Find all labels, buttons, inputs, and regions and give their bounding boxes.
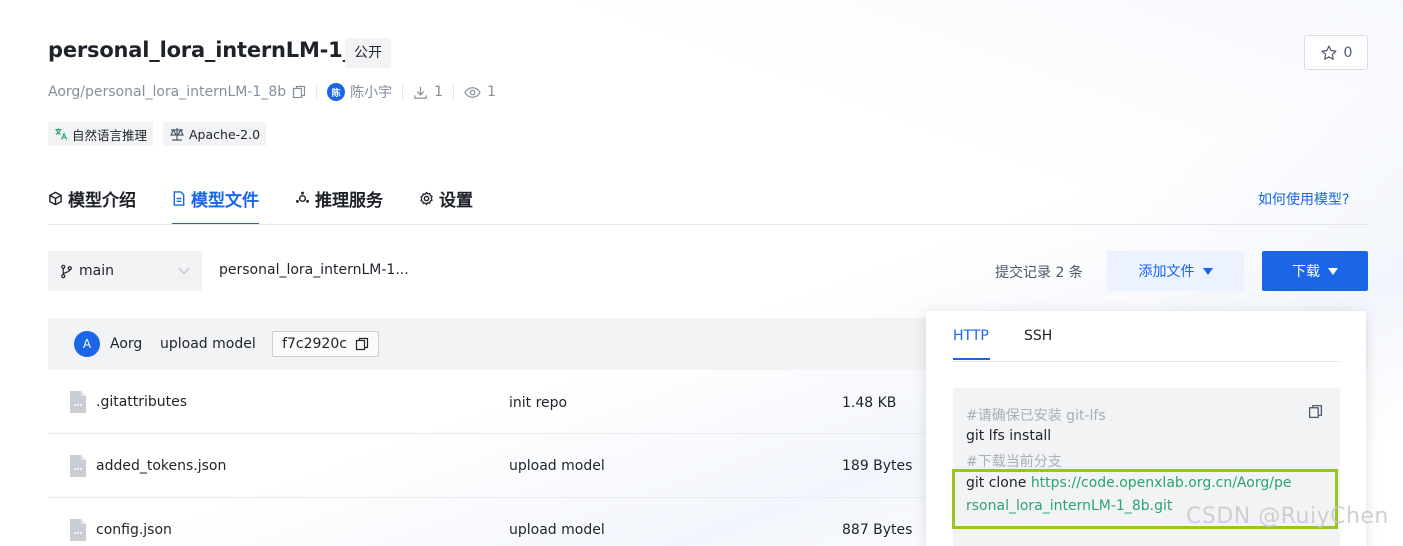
- code-command: git lfs install: [966, 428, 1052, 444]
- star-button[interactable]: 0: [1304, 35, 1368, 70]
- file-size: 1.48 KB: [842, 395, 897, 411]
- translate-icon: [55, 128, 68, 140]
- file-commit-message: upload model: [509, 522, 605, 538]
- scale-icon: [170, 128, 184, 141]
- star-icon: [1321, 45, 1337, 60]
- star-count: 0: [1343, 44, 1353, 61]
- code-comment: #请确保已安装 git-lfs: [966, 408, 1106, 424]
- add-file-button[interactable]: 添加文件: [1107, 251, 1244, 291]
- file-icon: [70, 519, 86, 541]
- tag-task[interactable]: 自然语言推理: [48, 122, 154, 146]
- breadcrumb[interactable]: personal_lora_internLM-1...: [219, 262, 409, 278]
- visibility-badge: 公开: [345, 38, 391, 68]
- branch-name: main: [79, 263, 114, 279]
- file-size: 189 Bytes: [842, 458, 913, 474]
- file-size: 887 Bytes: [842, 522, 913, 538]
- tab-files[interactable]: 模型文件: [172, 184, 259, 225]
- tag-label: Apache-2.0: [189, 126, 261, 142]
- tab-ssh[interactable]: SSH: [1024, 328, 1052, 344]
- commit-count[interactable]: 提交记录 2 条: [995, 262, 1083, 282]
- tabs-divider: [48, 224, 1368, 225]
- file-icon: [173, 190, 185, 206]
- howto-link[interactable]: 如何使用模型?: [1258, 189, 1349, 209]
- download-button[interactable]: 下载: [1262, 251, 1368, 291]
- service-icon: [296, 191, 309, 203]
- commit-avatar[interactable]: A: [74, 331, 100, 357]
- file-name[interactable]: .gitattributes: [96, 394, 187, 410]
- branch-icon: [61, 264, 72, 278]
- code-comment: #下载当前分支: [966, 454, 1062, 470]
- file-commit-message: init repo: [509, 395, 568, 411]
- download-label: 下载: [1292, 264, 1320, 280]
- download-count: 1: [434, 84, 444, 100]
- file-icon: [70, 391, 86, 413]
- owner-avatar[interactable]: 陈: [327, 83, 346, 101]
- popover-tabs-divider: [953, 361, 1340, 362]
- file-commit-message: upload model: [509, 458, 605, 474]
- branch-select[interactable]: main: [48, 251, 202, 291]
- file-name[interactable]: added_tokens.json: [96, 458, 226, 474]
- owner-name[interactable]: 陈小宇: [350, 82, 392, 102]
- cube-icon: [49, 191, 62, 205]
- table-row[interactable]: [48, 498, 928, 546]
- commit-author[interactable]: Aorg: [110, 336, 142, 352]
- commit-hash[interactable]: f7c2920c: [272, 331, 379, 357]
- active-tab-indicator: [953, 358, 990, 360]
- commit-hash-value: f7c2920c: [282, 336, 347, 352]
- caret-down-icon: [1202, 267, 1213, 275]
- tab-settings[interactable]: 设置: [419, 184, 473, 212]
- caret-down-icon: [1328, 267, 1338, 275]
- watermark: CSDN @RuiyChen: [1186, 504, 1389, 529]
- tag-license[interactable]: Apache-2.0: [163, 122, 267, 146]
- file-name[interactable]: config.json: [96, 522, 172, 538]
- download-icon: [414, 86, 427, 99]
- commit-message: upload model: [160, 336, 256, 352]
- tab-label: 模型介绍: [68, 190, 136, 211]
- tab-label: 推理服务: [315, 190, 383, 211]
- chevron-down-icon: [178, 268, 190, 275]
- model-title: personal_lora_internLM-1_8b: [48, 38, 383, 62]
- model-meta: Aorg/personal_lora_internLM-1_8b 陈 陈小宇 1…: [48, 82, 496, 102]
- eye-icon: [464, 86, 481, 98]
- tab-label: 模型文件: [191, 190, 259, 211]
- view-count: 1: [487, 84, 496, 100]
- copy-icon[interactable]: [355, 337, 369, 351]
- add-file-label: 添加文件: [1138, 264, 1195, 280]
- copy-icon[interactable]: [292, 85, 306, 99]
- file-icon: [70, 455, 86, 477]
- tab-label: 设置: [439, 190, 473, 211]
- gear-icon: [420, 191, 433, 205]
- tab-inference[interactable]: 推理服务: [295, 184, 383, 212]
- tag-label: 自然语言推理: [72, 127, 148, 143]
- copy-icon[interactable]: [1308, 404, 1323, 419]
- repo-path: Aorg/personal_lora_internLM-1_8b: [48, 84, 287, 100]
- model-tabs: 模型介绍 模型文件 推理服务 设置: [48, 184, 473, 225]
- tab-intro[interactable]: 模型介绍: [48, 184, 136, 212]
- tab-http[interactable]: HTTP: [953, 328, 989, 344]
